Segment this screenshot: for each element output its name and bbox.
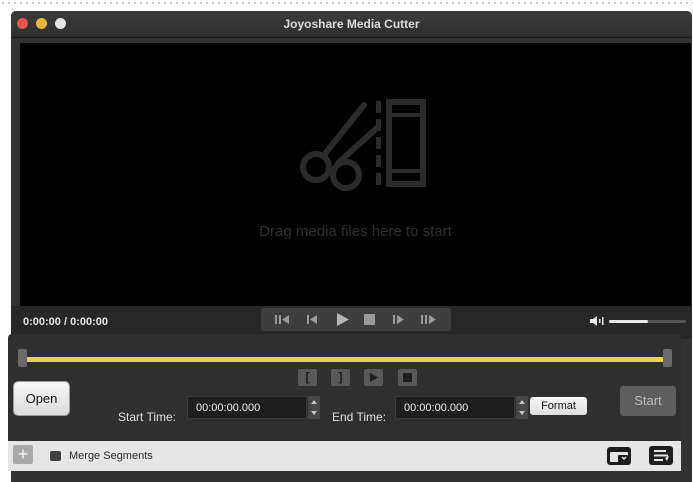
set-start-button[interactable]: [ [298, 369, 317, 386]
start-time-input[interactable]: 00:00:00.000 [187, 396, 307, 419]
timeline-end-handle[interactable] [663, 349, 672, 367]
timecode: 0:00:00 / 0:00:00 [23, 316, 108, 328]
open-button[interactable]: Open [14, 382, 69, 415]
start-button[interactable]: Start [620, 386, 676, 416]
edit-list-icon[interactable] [648, 445, 674, 466]
step-forward-icon[interactable] [387, 312, 409, 327]
add-segment-button[interactable]: + [13, 445, 33, 464]
prev-frame-icon[interactable] [271, 312, 293, 327]
start-time-stepper[interactable] [308, 396, 320, 419]
preview-play-icon [370, 373, 378, 382]
timeline-start-handle[interactable] [18, 349, 27, 367]
stop-icon[interactable] [359, 312, 381, 327]
end-time-stepper[interactable] [516, 396, 528, 419]
output-folder-icon[interactable] [606, 445, 632, 466]
window-title: Joyoshare Media Cutter [283, 17, 420, 31]
end-time-input[interactable]: 00:00:00.000 [395, 396, 515, 419]
merge-segments-label: Merge Segments [69, 450, 153, 462]
segments-bar: + Merge Segments [8, 441, 681, 471]
media-drop-area[interactable]: Drag media files here to start [20, 43, 691, 313]
volume-icon[interactable] [589, 314, 605, 328]
transport-controls [261, 308, 451, 331]
stepper-arrows-icon [519, 400, 525, 415]
start-time-label: Start Time: [118, 410, 177, 424]
merge-segments-checkbox[interactable] [50, 451, 61, 461]
stepper-arrows-icon [311, 400, 317, 415]
step-back-icon[interactable] [301, 312, 323, 327]
set-end-button[interactable]: ] [331, 369, 350, 386]
format-button[interactable]: Format [530, 397, 587, 415]
drop-hint: Drag media files here to start [259, 223, 452, 240]
volume-level [609, 320, 648, 323]
stop-preview-button[interactable] [398, 369, 417, 386]
stop-icon [403, 373, 412, 382]
scissors-film-icon [300, 99, 426, 191]
play-icon[interactable] [331, 312, 353, 327]
volume-slider[interactable] [609, 320, 686, 323]
timeline-track[interactable] [21, 357, 671, 362]
end-time-label: End Time: [332, 410, 387, 424]
dotted-border [0, 0, 693, 6]
next-frame-icon[interactable] [417, 312, 439, 327]
title-bar: Joyoshare Media Cutter [11, 11, 692, 38]
preview-segment-button[interactable] [364, 369, 383, 386]
